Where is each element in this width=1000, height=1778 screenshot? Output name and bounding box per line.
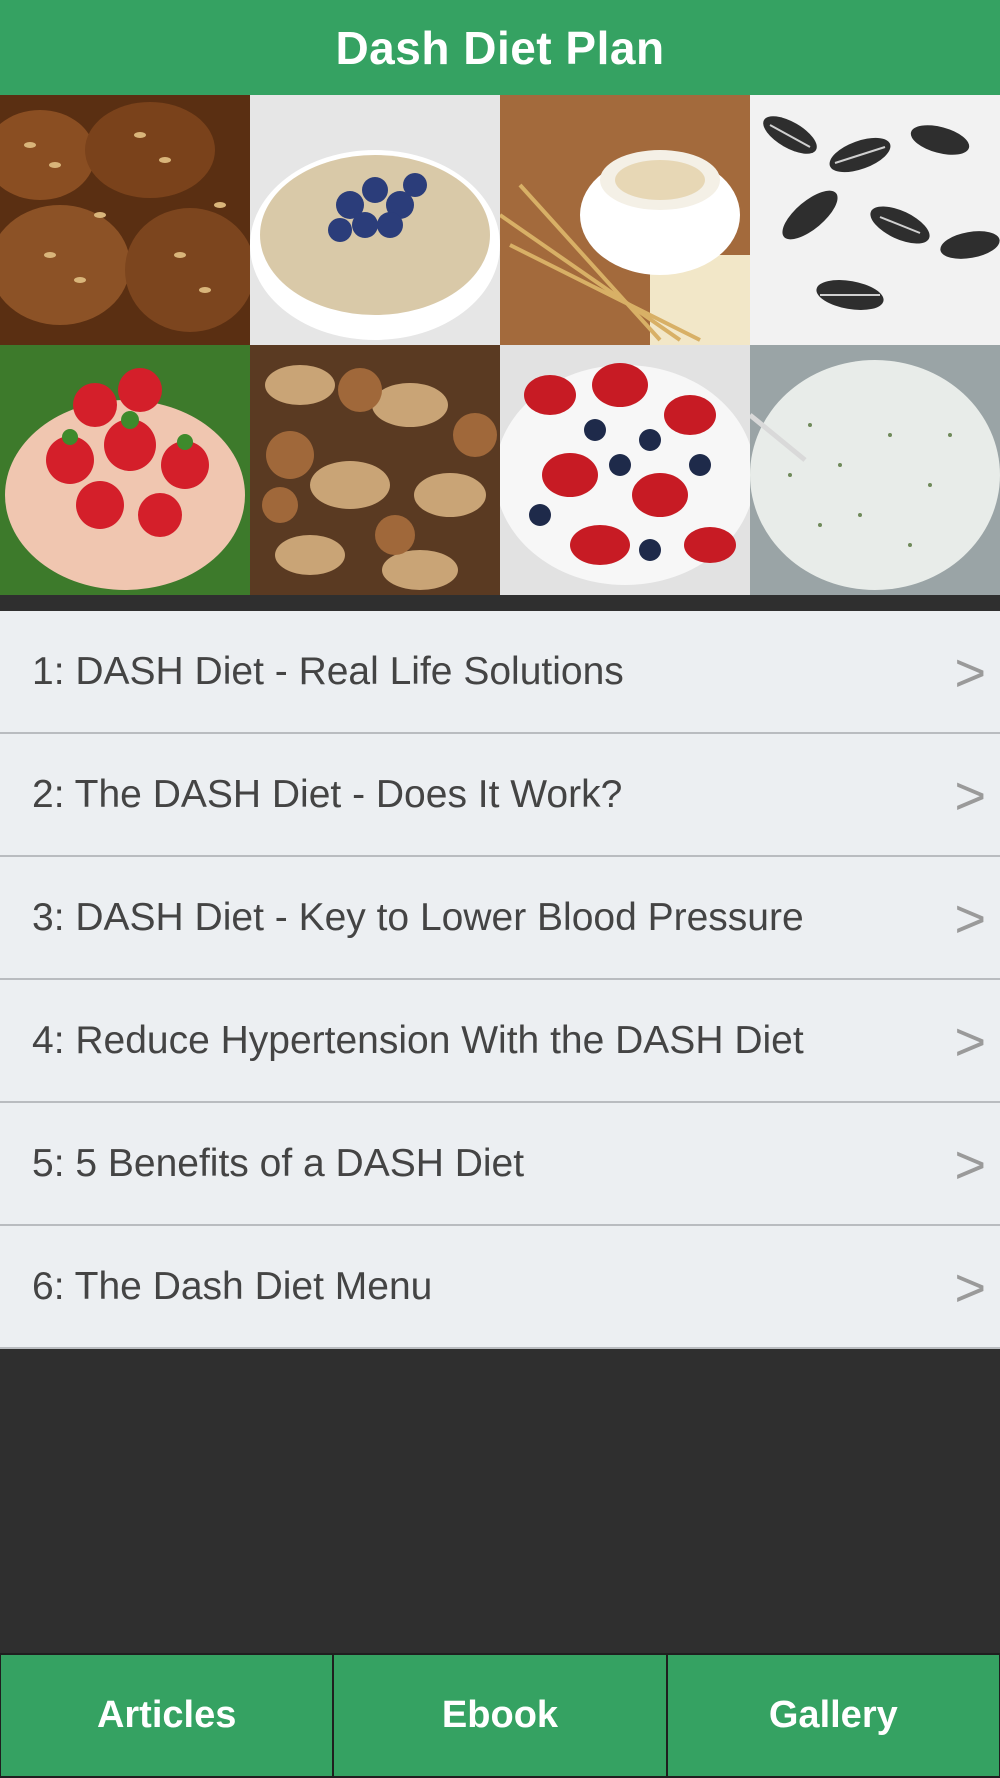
list-item[interactable]: 3: DASH Diet - Key to Lower Blood Pressu… <box>0 857 1000 980</box>
list-item[interactable]: 4: Reduce Hypertension With the DASH Die… <box>0 980 1000 1103</box>
chevron-right-icon: > <box>954 765 986 826</box>
divider <box>0 595 1000 611</box>
yogurt-herb-dip-photo[interactable] <box>750 345 1000 595</box>
strawberries-hands-photo[interactable] <box>0 345 250 595</box>
list-item-label: 5: 5 Benefits of a DASH Diet <box>32 1141 525 1185</box>
tab-gallery[interactable]: Gallery <box>667 1655 999 1776</box>
page-title: Dash Diet Plan <box>335 21 665 74</box>
chevron-right-icon: > <box>954 888 986 949</box>
muesli-cup-wheat-photo[interactable] <box>500 95 750 345</box>
list-item-label: 4: Reduce Hypertension With the DASH Die… <box>32 1018 804 1062</box>
list-item[interactable]: 2: The DASH Diet - Does It Work? > <box>0 734 1000 857</box>
list-item[interactable]: 1: DASH Diet - Real Life Solutions > <box>0 611 1000 734</box>
mixed-nuts-photo[interactable] <box>250 345 500 595</box>
chevron-right-icon: > <box>954 1134 986 1195</box>
chevron-right-icon: > <box>954 642 986 703</box>
list-item[interactable]: 5: 5 Benefits of a DASH Diet > <box>0 1103 1000 1226</box>
list-item-label: 1: DASH Diet - Real Life Solutions <box>32 649 624 693</box>
sunflower-seeds-photo[interactable] <box>750 95 1000 345</box>
bottom-tab-bar: Articles Ebook Gallery <box>0 1653 1000 1778</box>
chevron-right-icon: > <box>954 1257 986 1318</box>
list-item-label: 3: DASH Diet - Key to Lower Blood Pressu… <box>32 895 804 939</box>
oatmeal-blueberries-photo[interactable] <box>250 95 500 345</box>
article-list: 1: DASH Diet - Real Life Solutions > 2: … <box>0 611 1000 1349</box>
app-header: Dash Diet Plan <box>0 0 1000 96</box>
tab-ebook[interactable]: Ebook <box>334 1655 666 1776</box>
food-photo-grid <box>0 95 1000 595</box>
list-item-label: 2: The DASH Diet - Does It Work? <box>32 772 623 816</box>
chevron-right-icon: > <box>954 1011 986 1072</box>
seeded-bread-photo[interactable] <box>0 95 250 345</box>
list-item-label: 6: The Dash Diet Menu <box>32 1264 433 1308</box>
tab-articles[interactable]: Articles <box>1 1655 333 1776</box>
list-item[interactable]: 6: The Dash Diet Menu > <box>0 1226 1000 1349</box>
strawberries-blueberries-photo[interactable] <box>500 345 750 595</box>
